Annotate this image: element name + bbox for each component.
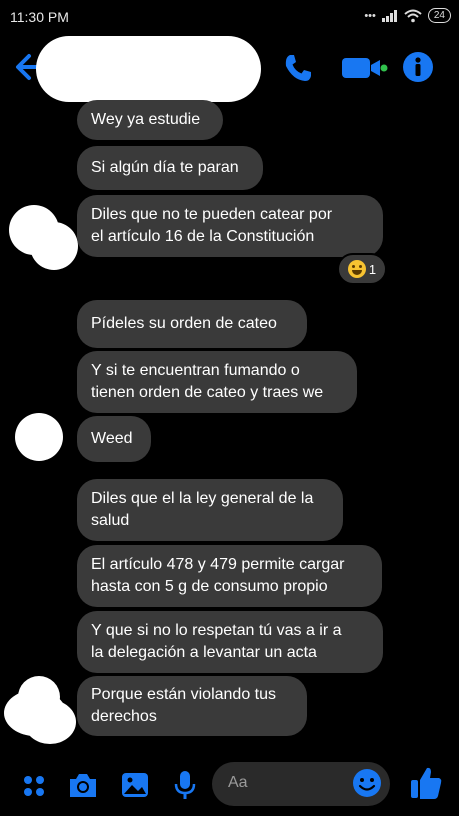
- message-bubble[interactable]: Pídeles su orden de cateo: [77, 300, 307, 348]
- message-bubble[interactable]: Diles que el la ley general de la salud: [77, 479, 343, 541]
- message-bubble[interactable]: Porque están violando tus derechos: [77, 676, 307, 736]
- microphone-icon[interactable]: [168, 768, 202, 802]
- message-text: El artículo 478 y 479 permite cargar: [91, 556, 345, 573]
- message-bubble[interactable]: Y que si no lo respetan tú vas a ir a la…: [77, 611, 383, 673]
- message-bubble[interactable]: Si algún día te paran: [77, 146, 263, 190]
- status-icons: ••• 24: [364, 8, 451, 23]
- gallery-icon[interactable]: [118, 768, 152, 802]
- message-text: derechos: [91, 708, 157, 725]
- message-text: Y que si no lo respetan tú vas a ir a: [91, 622, 342, 639]
- video-call-icon[interactable]: [340, 54, 388, 82]
- contact-avatar[interactable]: [15, 413, 63, 461]
- message-text: Porque están violando tus: [91, 686, 277, 703]
- message-bubble[interactable]: Y si te encuentran fumando o tienen orde…: [77, 351, 357, 413]
- message-text: hasta con 5 g de consumo propio: [91, 578, 328, 595]
- message-text: Wey ya estudie: [91, 111, 201, 128]
- message-bubble[interactable]: Weed: [77, 416, 151, 462]
- phone-call-icon[interactable]: [282, 52, 314, 84]
- message-text: Weed: [91, 430, 133, 447]
- message-text: la delegación a levantar un acta: [91, 644, 317, 661]
- status-bar: 11:30 PM ••• 24: [0, 0, 459, 32]
- contact-avatar[interactable]: [30, 222, 78, 270]
- status-time: 11:30 PM: [10, 9, 69, 25]
- message-text: tienen orden de cateo y traes we: [91, 384, 324, 401]
- grinning-face-icon: [347, 260, 366, 278]
- message-input-placeholder: Aa: [228, 774, 248, 791]
- chat-header: [0, 34, 459, 102]
- message-bubble[interactable]: Wey ya estudie: [77, 100, 223, 140]
- reaction-badge[interactable]: 1: [337, 253, 387, 285]
- message-text: salud: [91, 512, 130, 529]
- message-input[interactable]: Aa: [212, 762, 390, 806]
- message-text: Pídeles su orden de cateo: [91, 315, 277, 332]
- message-text: Si algún día te paran: [91, 159, 239, 176]
- camera-icon[interactable]: [66, 768, 100, 802]
- contact-avatar[interactable]: [24, 700, 76, 744]
- emoji-icon[interactable]: [352, 768, 382, 798]
- message-text: Diles que el la ley general de la: [91, 490, 314, 507]
- message-text: el artículo 16 de la Constitución: [91, 228, 315, 245]
- like-thumbs-up-icon[interactable]: [408, 764, 444, 802]
- wifi-icon: [404, 9, 422, 22]
- battery-indicator: 24: [427, 8, 451, 23]
- message-bubble[interactable]: El artículo 478 y 479 permite cargar has…: [77, 545, 382, 607]
- info-icon[interactable]: [402, 51, 434, 83]
- dots-icon: •••: [364, 9, 376, 22]
- contact-name-redacted[interactable]: [36, 36, 261, 102]
- signal-icon: [381, 9, 397, 22]
- reaction-count: 1: [368, 261, 377, 277]
- message-text: Y si te encuentran fumando o: [91, 362, 300, 379]
- grid-menu-icon[interactable]: [18, 768, 52, 802]
- message-text: Diles que no te pueden catear por: [91, 206, 333, 223]
- message-bubble[interactable]: Diles que no te pueden catear por el art…: [77, 195, 383, 257]
